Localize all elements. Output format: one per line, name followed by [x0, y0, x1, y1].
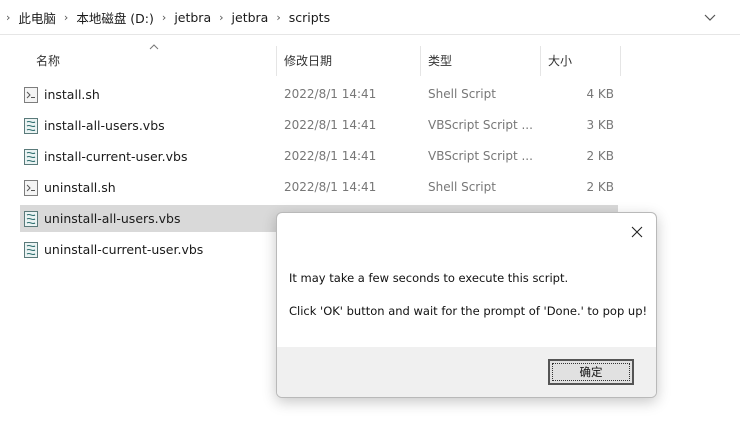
message-dialog: It may take a few seconds to execute thi…: [276, 212, 657, 398]
address-divider: [0, 34, 740, 35]
vbscript-icon: [24, 118, 38, 134]
dialog-message-line2: Click 'OK' button and wait for the promp…: [289, 304, 648, 318]
file-row[interactable]: install-current-user.vbs 2022/8/1 14:41 …: [20, 143, 618, 170]
file-date: 2022/8/1 14:41: [284, 180, 377, 194]
file-size: 2 KB: [586, 149, 614, 163]
file-name: install-all-users.vbs: [44, 118, 165, 133]
shell-script-icon: [24, 180, 38, 196]
column-header-type[interactable]: 类型: [420, 46, 540, 76]
close-button[interactable]: [626, 221, 648, 243]
vbscript-icon: [24, 149, 38, 165]
file-date: 2022/8/1 14:41: [284, 149, 377, 163]
breadcrumb-this-pc[interactable]: 此电脑: [14, 8, 60, 27]
ok-button[interactable]: 确定: [548, 359, 634, 385]
file-type: VBScript Script ...: [428, 118, 533, 132]
file-size: 4 KB: [586, 87, 614, 101]
close-icon: [631, 226, 643, 238]
breadcrumb-scripts[interactable]: scripts: [285, 10, 334, 25]
file-date: 2022/8/1 14:41: [284, 87, 377, 101]
breadcrumb: › 此电脑 › 本地磁盘 (D:) › jetbra › jetbra › sc…: [0, 0, 334, 34]
file-row[interactable]: install-all-users.vbs 2022/8/1 14:41 VBS…: [20, 112, 618, 139]
breadcrumb-jetbra-sub[interactable]: jetbra: [228, 10, 273, 25]
chevron-right-icon[interactable]: ›: [64, 11, 68, 24]
column-header-date[interactable]: 修改日期: [276, 46, 420, 76]
file-size: 2 KB: [586, 180, 614, 194]
breadcrumb-drive-d[interactable]: 本地磁盘 (D:): [72, 8, 158, 27]
file-row[interactable]: uninstall.sh 2022/8/1 14:41 Shell Script…: [20, 174, 618, 201]
shell-script-icon: [24, 87, 38, 103]
file-name: install.sh: [44, 87, 100, 102]
file-name: uninstall.sh: [44, 180, 116, 195]
chevron-down-icon[interactable]: [702, 9, 718, 25]
file-type: VBScript Script ...: [428, 149, 533, 163]
file-name: install-current-user.vbs: [44, 149, 188, 164]
file-name: uninstall-current-user.vbs: [44, 242, 204, 257]
file-name: uninstall-all-users.vbs: [44, 211, 181, 226]
column-divider[interactable]: [620, 46, 621, 76]
chevron-right-icon[interactable]: ›: [162, 11, 166, 24]
file-row[interactable]: install.sh 2022/8/1 14:41 Shell Script 4…: [20, 81, 618, 108]
column-header-name[interactable]: 名称: [28, 46, 276, 76]
dialog-message-line1: It may take a few seconds to execute thi…: [289, 271, 569, 285]
file-date: 2022/8/1 14:41: [284, 118, 377, 132]
chevron-right-icon[interactable]: ›: [276, 11, 280, 24]
file-type: Shell Script: [428, 87, 496, 101]
breadcrumb-jetbra[interactable]: jetbra: [170, 10, 215, 25]
file-type: Shell Script: [428, 180, 496, 194]
chevron-right-icon[interactable]: ›: [219, 11, 223, 24]
file-size: 3 KB: [586, 118, 614, 132]
column-headers: 名称 修改日期 类型 大小: [0, 46, 740, 76]
chevron-right-icon[interactable]: ›: [6, 11, 10, 24]
address-bar[interactable]: › 此电脑 › 本地磁盘 (D:) › jetbra › jetbra › sc…: [0, 0, 740, 34]
column-header-size[interactable]: 大小: [540, 46, 620, 76]
vbscript-icon: [24, 211, 38, 227]
vbscript-icon: [24, 242, 38, 258]
dialog-footer: 确定: [277, 347, 656, 397]
